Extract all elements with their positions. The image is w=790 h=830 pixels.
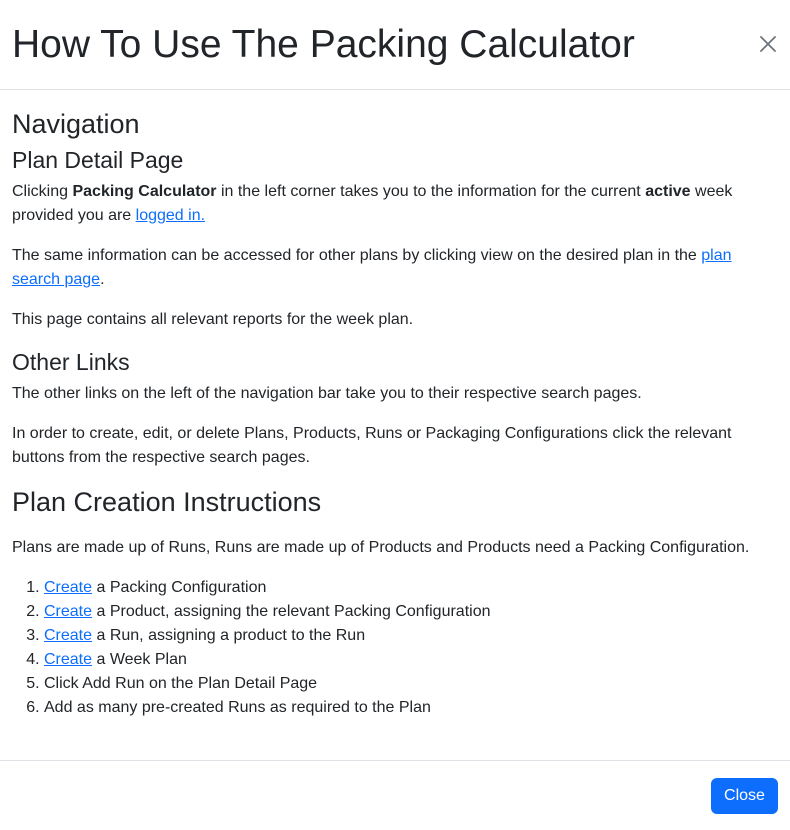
packing-calculator-bold: Packing Calculator — [72, 183, 217, 200]
other-links-heading: Other Links — [12, 349, 130, 375]
plan-detail-paragraph-3: This page contains all relevant reports … — [12, 311, 414, 328]
active-bold: active — [645, 183, 691, 200]
plan-creation-intro: Plans are made up of Runs, Runs are made… — [12, 539, 750, 556]
list-item: Create a Run, assigning a product to the… — [44, 624, 778, 648]
modal-title: How To Use The Packing Calculator — [12, 23, 635, 66]
create-product-link[interactable]: Create — [44, 603, 92, 620]
modal-footer: Close — [0, 760, 790, 830]
text-span: . — [100, 271, 105, 288]
plan-detail-paragraph-2: The same information can be accessed for… — [12, 244, 778, 292]
text-span: Clicking — [12, 183, 73, 200]
list-item: Create a Product, assigning the relevant… — [44, 600, 778, 624]
close-button[interactable]: Close — [711, 778, 778, 814]
modal-header: How To Use The Packing Calculator — [0, 0, 790, 90]
text-span: The same information can be accessed for… — [12, 247, 702, 264]
plan-detail-paragraph-1: Clicking Packing Calculator in the left … — [12, 180, 778, 228]
text-span: a Packing Configuration — [92, 579, 267, 596]
plan-detail-heading: Plan Detail Page — [12, 147, 184, 173]
plan-creation-steps: Create a Packing Configuration Create a … — [12, 576, 778, 720]
list-item: Create a Packing Configuration — [44, 576, 778, 600]
list-item: Create a Week Plan — [44, 648, 778, 672]
create-packing-configuration-link[interactable]: Create — [44, 579, 92, 596]
navigation-heading: Navigation — [12, 109, 140, 139]
text-span: a Product, assigning the relevant Packin… — [92, 603, 491, 620]
close-icon[interactable] — [756, 32, 780, 56]
text-span: a Run, assigning a product to the Run — [92, 627, 366, 644]
help-modal: How To Use The Packing Calculator Naviga… — [0, 0, 790, 830]
logged-in-link[interactable]: logged in. — [136, 207, 205, 224]
create-run-link[interactable]: Create — [44, 627, 92, 644]
other-links-paragraph-2: In order to create, edit, or delete Plan… — [12, 425, 732, 466]
create-week-plan-link[interactable]: Create — [44, 651, 92, 668]
plan-creation-heading: Plan Creation Instructions — [12, 487, 322, 517]
modal-body: Navigation Plan Detail Page Clicking Pac… — [12, 90, 778, 720]
other-links-paragraph-1: The other links on the left of the navig… — [12, 385, 642, 402]
list-item: Add as many pre-created Runs as required… — [44, 696, 778, 720]
text-span: a Week Plan — [92, 651, 187, 668]
text-span: in the left corner takes you to the info… — [216, 183, 646, 200]
list-item: Click Add Run on the Plan Detail Page — [44, 672, 778, 696]
